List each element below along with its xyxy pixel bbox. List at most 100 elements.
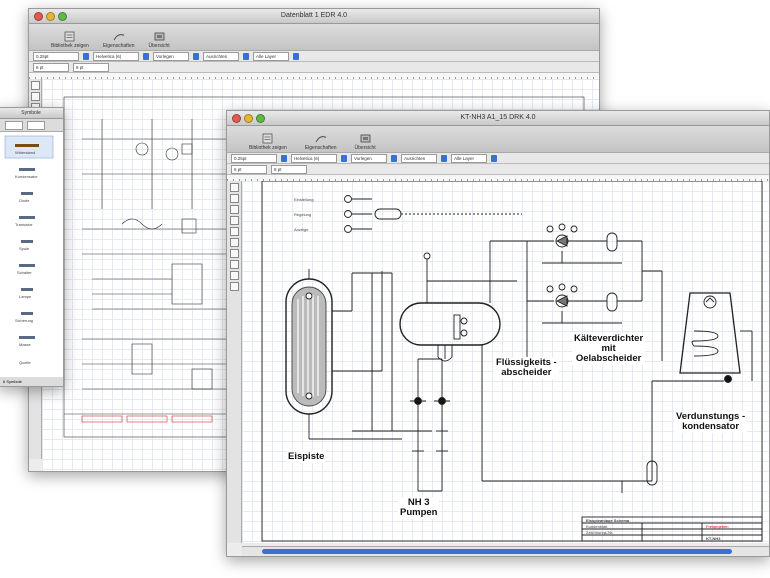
back-window-titlebar[interactable]: Datenblatt 1 EDR 4.0 [29, 9, 599, 24]
front-scrollbar[interactable] [242, 546, 769, 556]
title-block-row: Zeichnungs-Nr. [586, 530, 614, 535]
overview-icon [154, 32, 164, 41]
arc-tool[interactable] [229, 260, 239, 269]
properties-button[interactable]: Eigenschaften [103, 31, 135, 50]
stepper[interactable] [491, 154, 497, 162]
tool[interactable] [30, 81, 40, 90]
zoom-button[interactable] [58, 12, 67, 21]
front-tool-column [227, 181, 242, 543]
stepper[interactable] [281, 154, 287, 162]
stepper[interactable] [83, 52, 89, 60]
back-toolbar: Bibliothek zeigen Eigenschaften Übersich… [29, 24, 599, 51]
oval-tool[interactable] [229, 216, 239, 225]
control-label: Anzeige [294, 227, 309, 232]
front-canvas[interactable]: Einstellung Regelung Anzeige Eispiste NH… [242, 180, 769, 543]
library-button[interactable]: Bibliothek zeigen [249, 133, 287, 152]
text-tool[interactable] [229, 227, 239, 236]
properties-icon [113, 33, 125, 41]
eispiste-label: Eispiste [286, 451, 327, 463]
line-tool[interactable] [229, 194, 239, 203]
zoom-field[interactable]: 8 pt [73, 62, 109, 72]
separator-label: Flüssigkeits - abscheider [494, 357, 559, 379]
library-item-label[interactable]: Sicherung [15, 318, 33, 323]
layer-field[interactable]: Alle Layer [253, 51, 289, 61]
arrange-field[interactable]: Vorlegen [351, 153, 387, 163]
title-block-number: KT-NH3 [706, 536, 721, 541]
front-toolbar: Bibliothek zeigen Eigenschaften Übersich… [227, 126, 769, 153]
library-item-label[interactable]: Quelle [19, 360, 31, 365]
properties-button[interactable]: Eigenschaften [305, 133, 337, 152]
control-label: Einstellung [294, 197, 314, 202]
library-button[interactable]: Bibliothek zeigen [51, 31, 89, 50]
stepper[interactable] [441, 154, 447, 162]
select-tool[interactable] [229, 183, 239, 192]
back-size-bar: 6 pt 8 pt [29, 62, 599, 73]
font-field[interactable]: Helvetica (6) [93, 51, 139, 61]
title-block-header: Eisspieanlage Schema [586, 518, 630, 523]
back-window-title: Datenblatt 1 EDR 4.0 [280, 12, 348, 19]
library-icon [263, 133, 273, 144]
library-item-label[interactable]: Lampe [19, 294, 31, 299]
library-list: Widerstand Kondensator Diode Transistor … [0, 132, 63, 377]
library-item-label[interactable]: Schalter [17, 270, 32, 275]
close-button[interactable] [34, 12, 43, 21]
library-item-label[interactable]: Diode [19, 198, 29, 203]
minimize-button[interactable] [46, 12, 55, 21]
align-field[interactable]: Ausrichten [203, 51, 239, 61]
rect-tool[interactable] [229, 205, 239, 214]
library-titlebar[interactable]: Symbole [0, 108, 63, 119]
stepper[interactable] [143, 52, 149, 60]
overview-button[interactable]: Übersicht [355, 133, 376, 152]
library-panel: Symbole Widerstand Kondensator Diode Tra… [0, 107, 64, 387]
polygon-tool[interactable] [229, 238, 239, 247]
library-title: Symbole [21, 110, 41, 116]
size-field[interactable]: 6 pt [33, 62, 69, 72]
window-controls [232, 114, 265, 123]
bezier-tool[interactable] [229, 249, 239, 258]
library-item-label[interactable]: Widerstand [15, 150, 35, 155]
tool[interactable] [30, 92, 40, 101]
scroll-thumb[interactable] [262, 549, 732, 554]
align-field[interactable]: Ausrichten [401, 153, 437, 163]
stepper[interactable] [193, 52, 199, 60]
zoom-tool[interactable] [229, 271, 239, 280]
stepper[interactable] [293, 52, 299, 60]
properties-icon [315, 135, 327, 143]
overview-button[interactable]: Übersicht [149, 31, 170, 50]
library-item-label[interactable]: Masse [19, 342, 31, 347]
condenser-label: Verdunstungs - kondensator [674, 411, 748, 433]
close-button[interactable] [232, 114, 241, 123]
library-nav[interactable] [27, 120, 45, 130]
library-nav[interactable] [5, 120, 23, 130]
control-label: Regelung [294, 212, 312, 217]
zoom-button[interactable] [256, 114, 265, 123]
title-block-row: Kundenblatt [586, 524, 608, 529]
window-controls [34, 12, 67, 21]
library-item-label[interactable]: Spule [19, 246, 29, 251]
line-width-field[interactable]: 0.25pt [231, 153, 277, 163]
library-item-label[interactable]: Transistor [15, 222, 33, 227]
arrange-field[interactable]: Vorlegen [153, 51, 189, 61]
library-icon [65, 31, 75, 42]
font-field[interactable]: Helvetica (6) [291, 153, 337, 163]
layer-field[interactable]: Alle Layer [451, 153, 487, 163]
line-width-field[interactable]: 0.25pt [33, 51, 79, 61]
zoom-field[interactable]: 8 pt [271, 164, 307, 174]
library-items [4, 135, 54, 339]
stepper[interactable] [243, 52, 249, 60]
stepper[interactable] [391, 154, 397, 162]
library-item-label[interactable]: Kondensator [15, 174, 38, 179]
library-status: 6 Symbole [0, 377, 63, 386]
hand-tool[interactable] [229, 282, 239, 291]
front-format-bar: 0.25pt Helvetica (6) Vorlegen Ausrichten… [227, 153, 769, 164]
library-controls [0, 119, 63, 132]
front-size-bar: 6 pt 8 pt [227, 164, 769, 175]
overview-icon [360, 134, 370, 143]
pumps-label: NH 3 Pumpen [398, 497, 440, 519]
size-field[interactable]: 6 pt [231, 164, 267, 174]
minimize-button[interactable] [244, 114, 253, 123]
title-block-status: Freigegeben [706, 524, 729, 529]
front-window-title: KT-NH3 A1_15 DRK 4.0 [460, 114, 536, 121]
front-window-titlebar[interactable]: KT-NH3 A1_15 DRK 4.0 [227, 111, 769, 126]
stepper[interactable] [341, 154, 347, 162]
